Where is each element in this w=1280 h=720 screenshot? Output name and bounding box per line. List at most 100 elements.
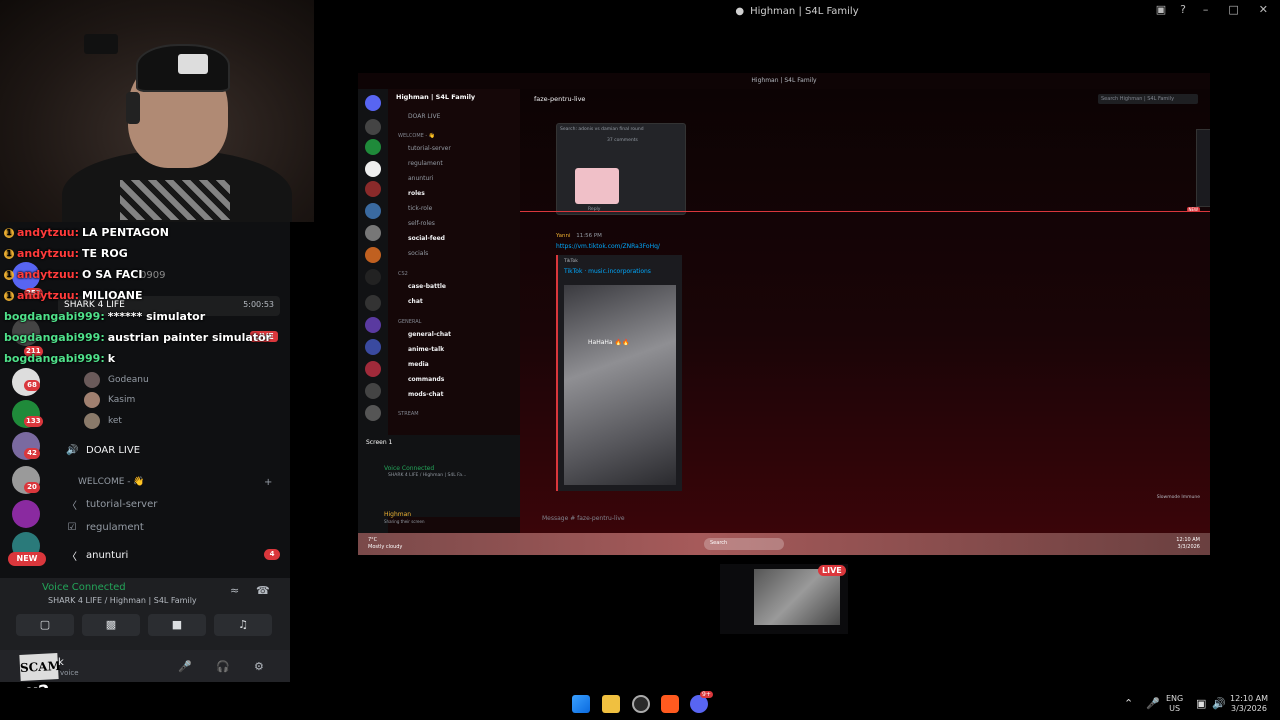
server-icon: [365, 295, 381, 311]
channel-doar-live[interactable]: 🔊 DOAR LIVE: [66, 445, 140, 456]
mic-icon[interactable]: 🎤: [178, 660, 192, 673]
network-icon[interactable]: ▣: [1196, 697, 1206, 710]
system-clock[interactable]: 12:10 AM 3/3/2026: [1230, 694, 1268, 714]
file-explorer-icon[interactable]: [602, 695, 620, 713]
preview-image: [754, 569, 840, 625]
chat-message: 1 andytzuu: TE ROG: [4, 247, 128, 260]
capture-voice-panel: Screen 1 Voice Connected SHARK 4 LIFE / …: [358, 435, 520, 524]
megaphone-icon: 〈: [67, 501, 77, 512]
chat-message: bogdangabi999: austrian painter simulato…: [4, 331, 272, 344]
chat-message: 1 andytzuu: MILIOANE: [4, 289, 142, 302]
capture-popup: Search: adonis vs damian final round 37 …: [556, 123, 686, 215]
app-icon[interactable]: [632, 695, 650, 713]
maximize-icon[interactable]: □: [1228, 3, 1238, 16]
sub-badge-icon: 1: [4, 248, 14, 259]
activity-button[interactable]: ■: [148, 614, 206, 636]
capture-voice-connected: Voice Connected: [384, 465, 435, 472]
new-messages-badge: NEW: [1186, 207, 1200, 212]
capture-channel: commands: [408, 376, 445, 383]
capture-taskbar-search: Search: [704, 538, 784, 550]
sub-badge-icon: 1: [4, 227, 14, 238]
user-panel: SCAM k voice 🎤 🎧 ⚙: [0, 650, 290, 682]
user-name[interactable]: k: [58, 657, 64, 668]
inbox-icon[interactable]: ▣: [1156, 3, 1166, 16]
channel-anunturi[interactable]: 〈 anunturi: [66, 548, 128, 563]
capture-channel: chat: [408, 298, 423, 305]
capture-category: WELCOME - 👋: [398, 133, 435, 139]
disconnect-icon[interactable]: ☎: [256, 584, 270, 597]
avatar: [84, 392, 100, 408]
headphones-icon[interactable]: 🎧: [216, 660, 230, 673]
capture-clock: 12:10 AM 3/3/2026: [1176, 537, 1200, 550]
checkbox-icon: ☑: [67, 522, 77, 533]
noise-suppression-icon[interactable]: ≈: [230, 584, 239, 597]
server-icon: [365, 119, 381, 135]
add-channel-icon[interactable]: +: [264, 477, 272, 488]
voice-member[interactable]: Godeanu: [84, 372, 149, 388]
window-controls: – □ ✕: [1203, 3, 1268, 16]
capture-server-name: Highman | S4L Family: [396, 93, 476, 101]
background-object: [84, 34, 118, 54]
server-icon: [365, 225, 381, 241]
new-badge[interactable]: NEW: [8, 552, 46, 566]
headset: [126, 92, 140, 124]
stream-preview-thumbnail[interactable]: LIVE: [720, 564, 848, 634]
server-badge: 133: [24, 416, 43, 427]
help-icon[interactable]: ?: [1180, 3, 1186, 16]
channel-regulament[interactable]: ☑ regulament: [66, 522, 144, 533]
megaphone-icon: 〈: [67, 552, 77, 563]
channel-tutorial-server[interactable]: 〈 tutorial-server: [66, 497, 157, 512]
capture-channel: tick-role: [408, 205, 433, 212]
server-icon: [365, 161, 381, 177]
capture-channel: regulament: [408, 160, 443, 167]
camera-off-button[interactable]: ▢: [16, 614, 74, 636]
microphone-icon[interactable]: 🎤: [1146, 697, 1160, 710]
capture-chat-area: faze-pentru-live Search Highman | S4L Fa…: [520, 89, 1210, 533]
capture-channel: tutorial-server: [408, 145, 451, 152]
capture-category: STREAM: [398, 411, 419, 417]
voice-member[interactable]: Kasim: [84, 392, 135, 408]
webcam-feed: [0, 0, 314, 222]
brave-browser-icon[interactable]: [661, 695, 679, 713]
screen-share-capture: Highman | S4L Family Highman | S4L Famil…: [358, 73, 1210, 555]
capture-channel: mods-chat: [408, 391, 444, 398]
volume-icon[interactable]: 🔊: [1212, 697, 1226, 710]
minimize-icon[interactable]: –: [1203, 3, 1209, 16]
title-tools: ▣ ?: [1156, 3, 1186, 16]
popup-image: [575, 168, 619, 204]
capture-channel-header: faze-pentru-live: [534, 95, 586, 103]
capture-taskbar: 7°C Mostly cloudy Search 12:10 AM 3/3/20…: [358, 533, 1210, 555]
voice-channel-path[interactable]: SHARK 4 LIFE / Highman | S4L Family: [48, 596, 197, 605]
windows-start-icon[interactable]: [572, 695, 590, 713]
capture-channel: media: [408, 361, 429, 368]
tray-chevron-icon[interactable]: ⌃: [1124, 697, 1133, 710]
capture-tiktok-embed: TikTok TikTok · music.incorporations HaH…: [556, 255, 682, 491]
soundboard-button[interactable]: ♫: [214, 614, 272, 636]
capture-channel: social-feed: [408, 235, 445, 242]
popup-comments: 37 comments: [607, 138, 638, 143]
close-icon[interactable]: ✕: [1259, 3, 1268, 16]
server-icon: [365, 247, 381, 263]
capture-channel: self-roles: [408, 220, 435, 227]
server-icon[interactable]: [12, 500, 40, 528]
settings-gear-icon[interactable]: ⚙: [254, 660, 264, 673]
capture-channel: DOAR LIVE: [408, 113, 441, 120]
capture-category: CS2: [398, 271, 408, 277]
sub-badge-icon: 1: [4, 269, 14, 280]
scam-logo: SCAM: [19, 653, 61, 681]
capture-category: GENERAL: [398, 319, 422, 325]
capture-channel: general-chat: [408, 331, 452, 338]
embed-title: TikTok · music.incorporations: [564, 268, 651, 275]
server-icon: [365, 181, 381, 197]
capture-message-author: Yanni 11:56 PM: [556, 233, 602, 239]
capture-window-title: Highman | S4L Family: [751, 77, 817, 84]
language-indicator[interactable]: ENG US: [1166, 694, 1183, 714]
cap-logo: [178, 54, 208, 74]
server-badge: 68: [24, 380, 40, 391]
server-icon: [365, 383, 381, 399]
category-welcome[interactable]: WELCOME - 👋: [78, 477, 145, 487]
server-icon: [365, 95, 381, 111]
avatar: [84, 372, 100, 388]
voice-member[interactable]: ket: [84, 413, 122, 429]
screenshare-button[interactable]: ▩: [82, 614, 140, 636]
